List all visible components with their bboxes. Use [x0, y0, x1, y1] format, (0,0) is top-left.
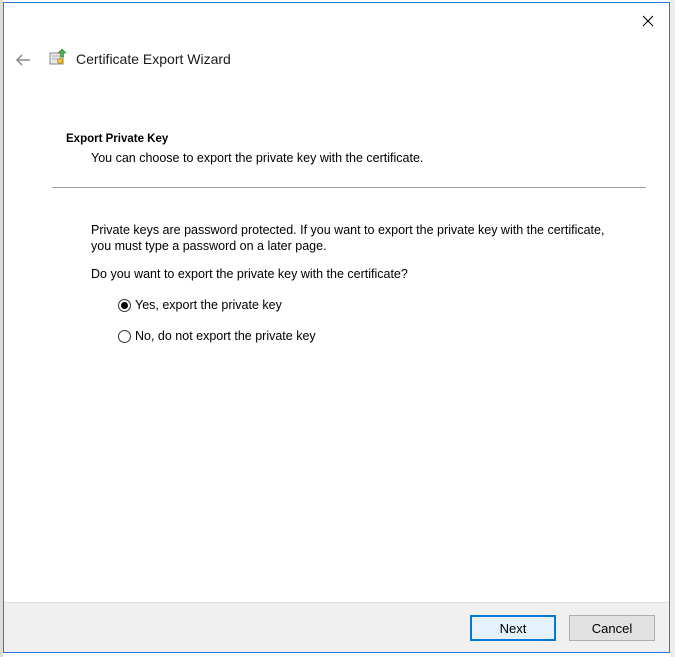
radio-export-no-label: No, do not export the private key [135, 329, 316, 343]
close-icon [642, 15, 654, 27]
radio-button-selected[interactable] [118, 298, 131, 312]
question-text: Do you want to export the private key wi… [91, 267, 408, 281]
section-subtitle: You can choose to export the private key… [91, 151, 424, 165]
radio-selected-dot [121, 301, 128, 309]
radio-export-no[interactable]: No, do not export the private key [118, 329, 316, 343]
back-button[interactable] [12, 49, 34, 71]
next-button[interactable]: Next [470, 615, 556, 641]
wizard-title: Certificate Export Wizard [76, 51, 231, 67]
certificate-export-wizard-dialog: Certificate Export Wizard Export Private… [3, 2, 670, 653]
description-text: Private keys are password protected. If … [91, 223, 605, 253]
back-arrow-icon [15, 54, 30, 66]
radio-button-unselected[interactable] [118, 329, 131, 343]
section-heading: Export Private Key [66, 133, 169, 145]
close-button[interactable] [631, 7, 665, 35]
cancel-button[interactable]: Cancel [569, 615, 655, 641]
radio-export-yes-label: Yes, export the private key [135, 298, 282, 312]
header-divider [52, 187, 646, 188]
certificate-wizard-icon [49, 48, 67, 65]
radio-export-yes[interactable]: Yes, export the private key [118, 298, 282, 312]
background-window-edge-right [670, 0, 675, 657]
wizard-footer: Next Cancel [4, 602, 669, 652]
